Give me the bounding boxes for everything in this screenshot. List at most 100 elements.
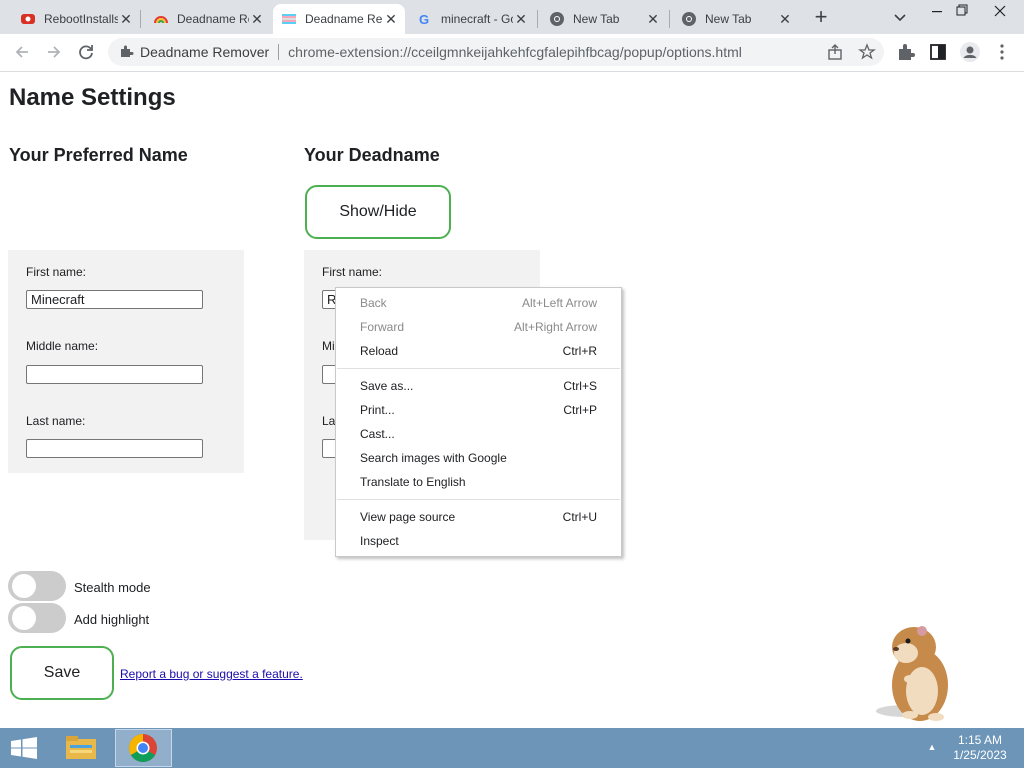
bookmark-star-icon[interactable] xyxy=(858,43,876,64)
reload-icon[interactable] xyxy=(74,40,98,72)
tab-divider xyxy=(669,10,670,28)
tab-title: New Tab xyxy=(573,12,620,26)
preferred-first-name-input[interactable]: Minecraft xyxy=(26,290,203,309)
forward-arrow-icon[interactable] xyxy=(42,40,66,72)
add-highlight-toggle[interactable] xyxy=(8,603,66,633)
site-label: Deadname Remover xyxy=(140,44,270,60)
menu-item-label: Print... xyxy=(360,403,395,417)
url-text[interactable]: chrome-extension://cceilgmnkeijahkehfcgf… xyxy=(288,44,818,60)
tab-new-tab-2[interactable]: New Tab ✕ xyxy=(673,4,799,34)
chrome-icon xyxy=(129,734,157,762)
first-name-label: First name: xyxy=(26,265,87,279)
chrome-taskbar-button[interactable] xyxy=(115,729,172,767)
menu-item-label: Forward xyxy=(360,320,405,334)
tab-minecraft-search[interactable]: G minecraft - Google Search ✕ xyxy=(409,4,535,34)
menu-item-shortcut: Alt+Left Arrow xyxy=(521,296,597,310)
chrome-favicon-icon xyxy=(549,11,565,27)
close-icon[interactable]: ✕ xyxy=(645,11,661,28)
tab-deadname-remover[interactable]: Deadname Remover ✕ xyxy=(145,4,271,34)
menu-item-shortcut: Ctrl+P xyxy=(563,403,597,417)
tab-new-tab-1[interactable]: New Tab ✕ xyxy=(541,4,667,34)
toggle-knob xyxy=(12,606,36,630)
show-hide-button[interactable]: Show/Hide xyxy=(305,185,451,239)
profile-avatar-icon[interactable] xyxy=(958,40,982,72)
menu-item-reload[interactable]: Reload Ctrl+R xyxy=(360,339,597,363)
menu-item-inspect[interactable]: Inspect xyxy=(360,529,597,553)
tab-rebootinstalls[interactable]: RebootInstalls ✕ xyxy=(12,4,140,34)
last-name-label: Last name: xyxy=(26,414,86,428)
menu-item-print[interactable]: Print... Ctrl+P xyxy=(360,398,597,422)
menu-item-search-images[interactable]: Search images with Google xyxy=(360,446,597,470)
deadname-heading: Your Deadname xyxy=(304,145,440,165)
tab-deadname-remover-active[interactable]: Deadname Remover ✕ xyxy=(273,4,405,34)
clock-time: 1:15 AM xyxy=(957,733,1003,747)
clock-date: 1/25/2023 xyxy=(953,748,1007,762)
extensions-icon[interactable] xyxy=(894,40,918,72)
hamster-mascot-image xyxy=(870,615,960,725)
menu-item-back[interactable]: Back Alt+Left Arrow xyxy=(360,291,597,315)
save-button[interactable]: Save xyxy=(10,646,114,700)
menu-separator xyxy=(337,368,620,369)
tab-title: minecraft - Google Search xyxy=(441,12,513,26)
browser-toolbar: Deadname Remover chrome-extension://ccei… xyxy=(0,34,1024,72)
back-arrow-icon[interactable] xyxy=(10,40,34,72)
menu-item-label: Back xyxy=(360,296,387,310)
menu-item-view-source[interactable]: View page source Ctrl+U xyxy=(360,505,597,529)
extension-puzzle-icon xyxy=(118,43,140,62)
tab-search-chevron-icon[interactable] xyxy=(888,8,912,28)
close-icon[interactable]: ✕ xyxy=(383,11,399,28)
close-icon[interactable]: ✕ xyxy=(777,11,793,28)
tab-title: Deadname Remover xyxy=(177,12,249,26)
stealth-mode-label: Stealth mode xyxy=(74,580,151,595)
preferred-middle-name-input[interactable] xyxy=(26,365,203,384)
page-title: Name Settings xyxy=(9,84,176,111)
tab-title: RebootInstalls xyxy=(44,12,118,26)
clock[interactable]: 1:15 AM 1/25/2023 xyxy=(946,733,1014,763)
start-windows-icon[interactable] xyxy=(0,728,48,768)
google-favicon-icon: G xyxy=(417,11,433,27)
new-tab-button[interactable]: + xyxy=(808,6,834,30)
tab-title: New Tab xyxy=(705,12,752,26)
menu-item-shortcut: Ctrl+U xyxy=(562,510,597,524)
trans-flag-favicon-icon xyxy=(281,11,297,27)
file-explorer-icon[interactable] xyxy=(58,730,104,766)
first-name-label: First name: xyxy=(322,265,383,279)
middle-name-label-partial: Mi xyxy=(322,339,335,353)
report-bug-link[interactable]: Report a bug or suggest a feature. xyxy=(120,667,303,681)
preferred-name-heading: Your Preferred Name xyxy=(9,145,188,165)
tab-title: Deadname Remover xyxy=(305,12,383,26)
menu-item-shortcut: Ctrl+S xyxy=(563,379,597,393)
menu-kebab-icon[interactable] xyxy=(990,40,1014,72)
close-icon[interactable]: ✕ xyxy=(513,11,529,28)
side-panel-icon[interactable] xyxy=(926,40,950,72)
minimize-icon[interactable] xyxy=(922,0,952,24)
context-menu: Back Alt+Left Arrow Forward Alt+Right Arro… xyxy=(335,287,622,557)
close-icon[interactable]: ✕ xyxy=(118,11,134,28)
menu-item-label: Save as... xyxy=(360,379,414,393)
stealth-mode-toggle[interactable] xyxy=(8,571,66,601)
menu-item-translate[interactable]: Translate to English xyxy=(360,470,597,494)
tray-arrow-icon[interactable]: ▲ xyxy=(926,742,938,752)
add-highlight-label: Add highlight xyxy=(74,612,150,627)
menu-item-label: Inspect xyxy=(360,534,399,548)
share-icon[interactable] xyxy=(826,43,844,64)
close-icon[interactable]: ✕ xyxy=(249,11,265,28)
menu-item-cast[interactable]: Cast... xyxy=(360,422,597,446)
menu-item-label: View page source xyxy=(360,510,456,524)
tab-strip: RebootInstalls ✕ Deadname Remover ✕ Dead… xyxy=(0,0,1024,34)
restore-icon[interactable] xyxy=(950,0,974,24)
window-close-icon[interactable] xyxy=(985,0,1015,24)
tab-divider xyxy=(140,10,141,28)
taskbar: ▲ 1:15 AM 1/25/2023 xyxy=(0,728,1024,768)
preferred-last-name-input[interactable] xyxy=(26,439,203,458)
menu-item-shortcut: Ctrl+R xyxy=(562,344,597,358)
menu-item-label: Search images with Google xyxy=(360,451,507,465)
address-bar[interactable]: Deadname Remover chrome-extension://ccei… xyxy=(108,38,884,66)
toggle-knob xyxy=(12,574,36,598)
menu-item-forward[interactable]: Forward Alt+Right Arrow xyxy=(360,315,597,339)
preferred-name-panel: First name: Minecraft Middle name: Last … xyxy=(8,250,244,473)
svg-text:G: G xyxy=(419,12,429,27)
red-favicon-icon xyxy=(20,11,36,27)
menu-item-shortcut: Alt+Right Arrow xyxy=(513,320,597,334)
menu-item-save-as[interactable]: Save as... Ctrl+S xyxy=(360,374,597,398)
